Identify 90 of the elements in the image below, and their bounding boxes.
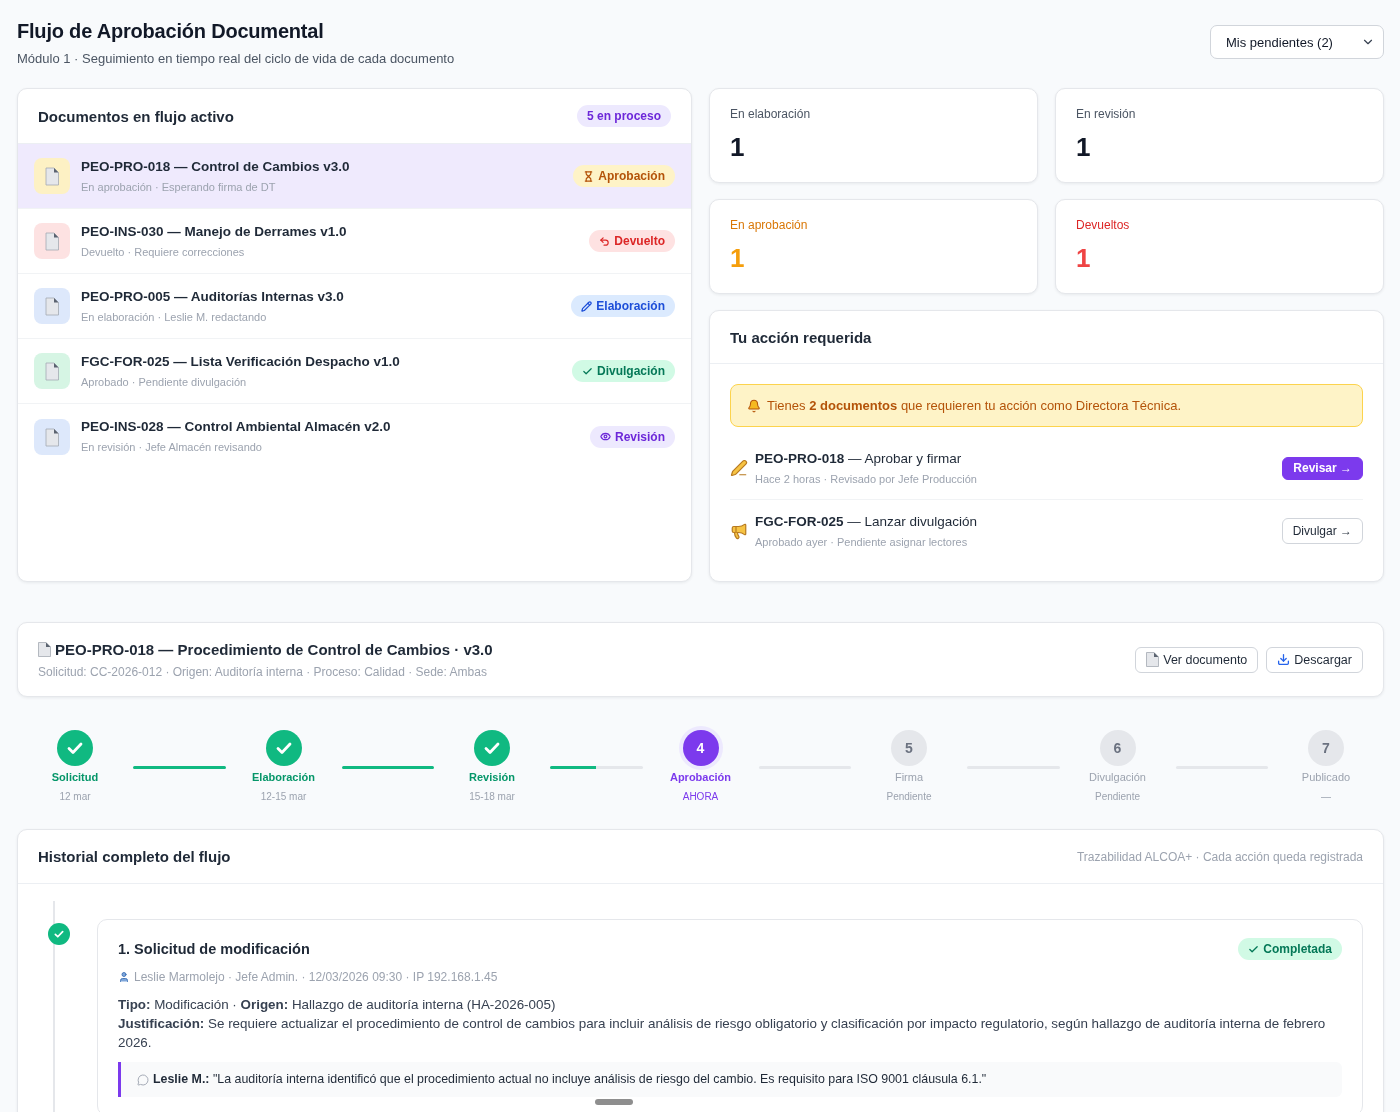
document-row[interactable]: PEO-INS-030 — Manejo de Derrames v1.0 Devuelto · Requiere correcciones Devuelto xyxy=(18,209,691,274)
entry-detail: Justificación: Se requiere actualizar el procedimiento de control de cambios para incluir análisis de riesgo obligatorio y clasificación por impacto regulatorio, según hallazgo de auditoría interna de febrero 2026. xyxy=(118,1015,1327,1052)
entry-title: 1. Solicitud de modificación xyxy=(118,940,310,959)
page-title: Flujo de Aprobación Documental xyxy=(17,19,325,44)
stat-value: 1 xyxy=(730,131,746,164)
document-row[interactable]: PEO-PRO-018 — Control de Cambios v3.0 En aprobación · Esperando firma de DT Aprobación xyxy=(18,144,691,209)
stat-label: Devueltos xyxy=(1076,217,1131,233)
step-label: Solicitud xyxy=(51,771,99,783)
check-circle-icon xyxy=(48,923,70,945)
document-meta: Solicitud: CC-2026-012 · Origen: Auditoría interna · Proceso: Calidad · Sede: Ambas xyxy=(38,663,488,680)
document-subtitle: En aprobación · Esperando firma de DT xyxy=(81,179,277,195)
step-label: Divulgación xyxy=(1089,771,1146,783)
stat-label: En elaboración xyxy=(730,106,812,122)
document-title: PEO-PRO-005 — Auditorías Internas v3.0 xyxy=(81,287,344,306)
step-date: 15-18 mar xyxy=(469,790,515,804)
document-row[interactable]: FGC-FOR-025 — Lista Verificación Despacho v1.0 Aprobado · Pendiente divulgación Divulgación xyxy=(18,339,691,404)
stat-value: 1 xyxy=(1076,242,1092,275)
entry-meta: Leslie Marmolejo · Jefe Admin. · 12/03/2026 09:30 · IP 192.168.1.45 xyxy=(134,969,498,985)
step-number: 7 xyxy=(1308,730,1344,766)
step-label: Firma xyxy=(894,771,924,783)
step-label: Revisión xyxy=(469,771,515,783)
comment-text: Leslie M.: "La auditoría interna identificó que el procedimiento actual no incluye análisis de riesgo del cambio. Es requisito para ISO 9001 cláusula 6.1." xyxy=(153,1072,987,1087)
step-number: 4 xyxy=(682,730,719,766)
card-title: Documentos en flujo activo xyxy=(38,107,234,125)
check-icon xyxy=(582,365,593,377)
document-row[interactable]: PEO-INS-028 — Control Ambiental Almacén v2.0 En revisión · Jefe Almacén revisando Revisión xyxy=(18,404,691,469)
page-subtitle: Módulo 1 · Seguimiento en tiempo real del ciclo de vida de cada documento xyxy=(17,50,455,68)
megaphone-icon xyxy=(730,522,748,540)
stat-value: 1 xyxy=(730,242,746,275)
filter-dropdown[interactable]: Mis pendientes (2) xyxy=(1210,25,1384,59)
eye-icon xyxy=(600,431,611,442)
download-icon xyxy=(1277,653,1291,666)
document-title: PEO-INS-028 — Control Ambiental Almacén v2.0 xyxy=(81,418,391,436)
step-date: Pendiente xyxy=(1094,790,1140,804)
action-subtitle: Aprobado ayer · Pendiente asignar lectores xyxy=(755,535,969,550)
document-title: PEO-PRO-018 — Control de Cambios v3.0 xyxy=(81,157,350,176)
status-label: Divulgación xyxy=(597,364,665,378)
action-button[interactable]: Revisar → xyxy=(1282,456,1363,480)
bell-icon xyxy=(747,398,761,413)
download-button[interactable]: Descargar xyxy=(1266,646,1363,673)
history-note: Trazabilidad ALCOA+ · Cada acción queda registrada xyxy=(1076,849,1363,864)
check-circle-icon xyxy=(474,730,510,766)
stat-label: En revisión xyxy=(1076,106,1137,122)
status-label: Elaboración xyxy=(596,299,665,313)
document-title: FGC-FOR-025 — Lista Verificación Despacho v1.0 xyxy=(81,352,400,371)
stat-value: 1 xyxy=(1076,131,1092,164)
action-title: FGC-FOR-025 — Lanzar divulgación xyxy=(755,513,978,531)
step-label: Aprobación xyxy=(669,771,732,783)
status-label: Revisión xyxy=(615,429,665,444)
document-row[interactable]: PEO-PRO-005 — Auditorías Internas v3.0 En elaboración · Leslie M. redactando Elaboración xyxy=(18,274,691,339)
step-date: 12 mar xyxy=(59,790,91,804)
document-subtitle: Devuelto · Requiere correcciones xyxy=(81,244,246,260)
document-icon xyxy=(1146,652,1160,667)
alert-text: Tienes 2 documentos que requieren tu acción como Directora Técnica. xyxy=(767,398,1182,413)
step-date: Pendiente xyxy=(886,790,932,804)
hourglass-icon xyxy=(583,170,595,182)
scrollbar-thumb[interactable] xyxy=(595,1099,633,1105)
pencil-icon xyxy=(581,300,593,312)
check-circle-icon xyxy=(57,730,93,766)
check-icon xyxy=(1248,943,1260,955)
pen-icon xyxy=(730,459,748,477)
document-title: PEO-PRO-018 — Procedimiento de Control de Cambios · v3.0 xyxy=(55,639,493,660)
step-date: AHORA xyxy=(682,790,719,804)
document-subtitle: Aprobado · Pendiente divulgación xyxy=(81,374,248,390)
card-title: Historial completo del flujo xyxy=(38,848,231,865)
step-date: — xyxy=(1321,790,1331,804)
stat-label: En aprobación xyxy=(730,217,809,233)
return-arrow-icon xyxy=(599,235,611,247)
card-title: Tu acción requerida xyxy=(730,328,872,346)
action-button[interactable]: Divulgar → xyxy=(1281,518,1363,544)
step-date: 12-15 mar xyxy=(260,790,307,804)
step-label: Publicado xyxy=(1301,771,1351,783)
view-document-button[interactable]: Ver documento xyxy=(1135,646,1259,673)
entry-detail: Tipo: Modificación · Origen: Hallazgo de auditoría interna (HA-2026-005) xyxy=(118,996,557,1014)
step-label: Elaboración xyxy=(252,771,315,783)
document-title: PEO-INS-030 — Manejo de Derrames v1.0 xyxy=(81,222,347,241)
document-icon xyxy=(38,642,51,657)
action-subtitle: Hace 2 horas · Revisado por Jefe Producción xyxy=(755,472,977,487)
status-label: Completada xyxy=(1263,942,1332,956)
check-circle-icon xyxy=(265,730,302,766)
document-subtitle: En elaboración · Leslie M. redactando xyxy=(81,309,268,325)
document-subtitle: En revisión · Jefe Almacén revisando xyxy=(81,440,263,455)
action-title: PEO-PRO-018 — Aprobar y firmar xyxy=(755,450,963,468)
status-label: Aprobación xyxy=(598,169,665,183)
count-badge: 5 en proceso xyxy=(576,105,671,127)
speech-bubble-icon xyxy=(137,1073,149,1086)
step-number: 5 xyxy=(891,730,927,766)
status-label: Devuelto xyxy=(614,234,665,248)
step-number: 6 xyxy=(1099,730,1136,766)
user-icon xyxy=(118,971,130,983)
